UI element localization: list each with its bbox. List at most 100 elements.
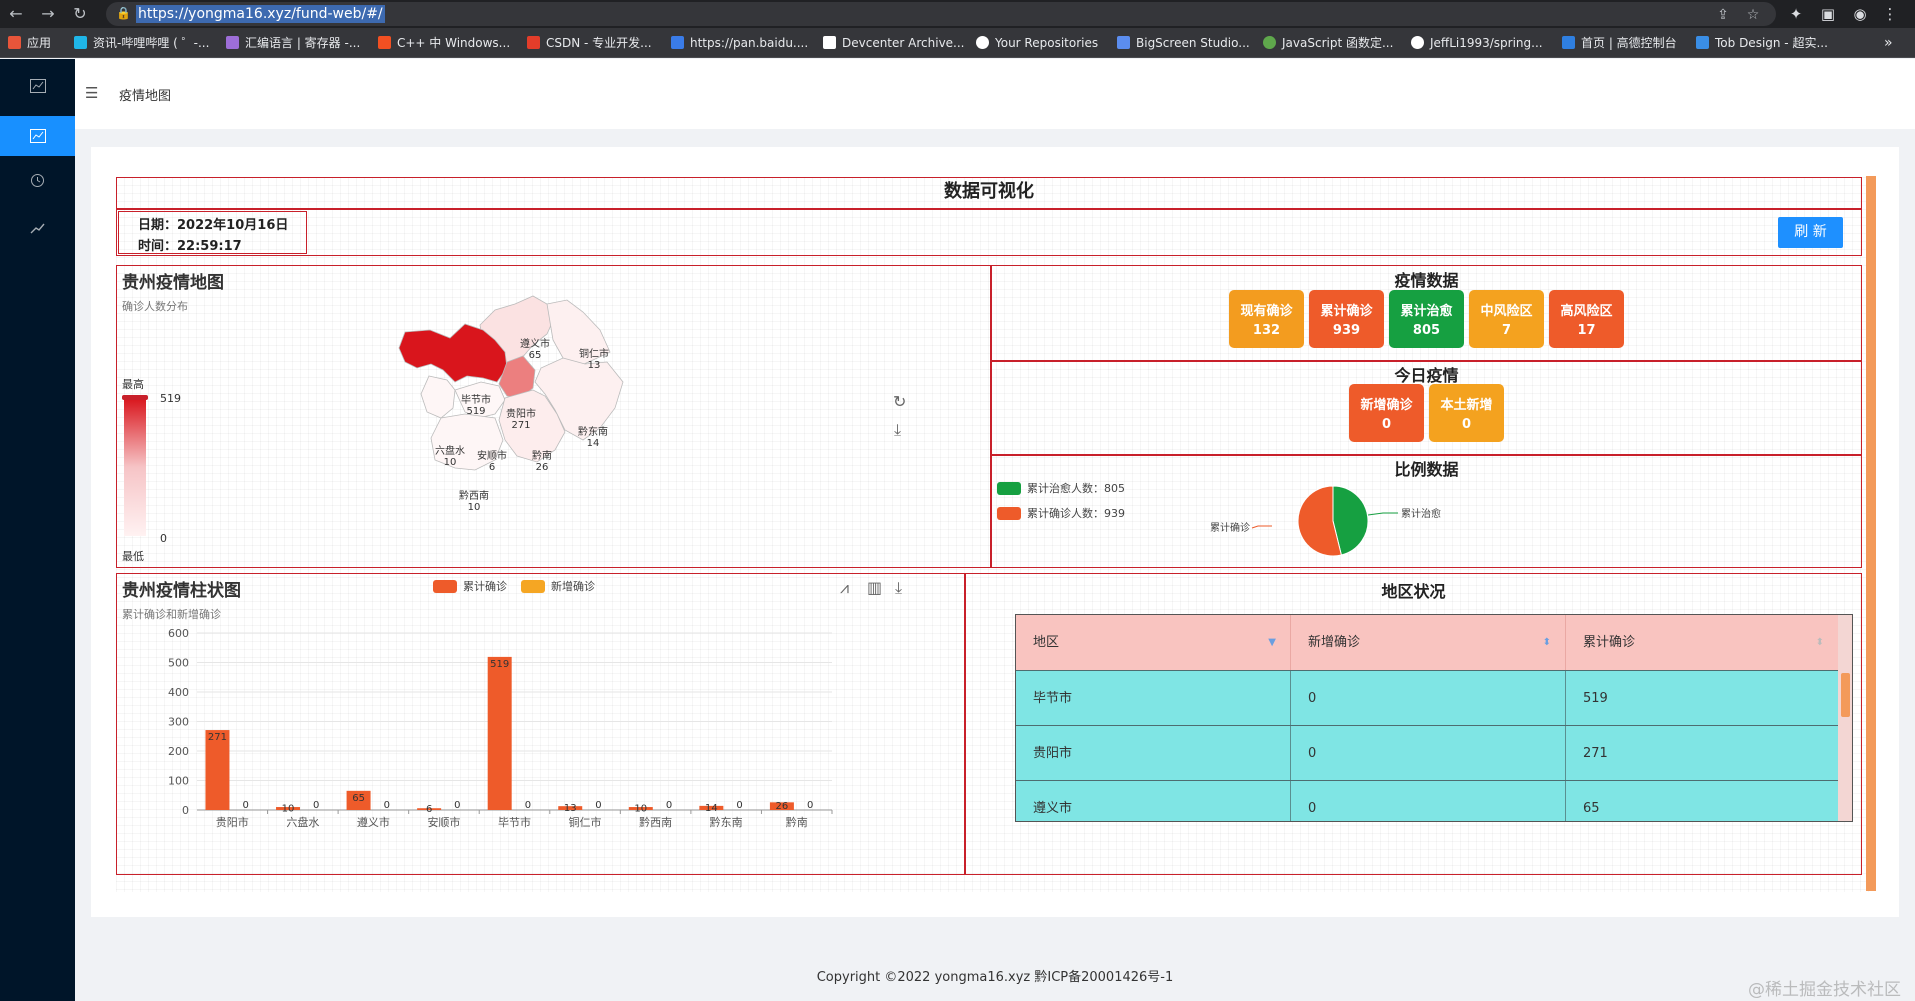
table-row[interactable]: 毕节市 0 519 bbox=[1016, 670, 1838, 726]
table-row[interactable]: 贵阳市 0 271 bbox=[1016, 725, 1838, 781]
reload-icon[interactable]: ↻ bbox=[70, 4, 90, 24]
pie-legend-confirmed[interactable]: 累计确诊人数：939 bbox=[997, 505, 1125, 521]
map-value-zunyi: 65 bbox=[529, 350, 542, 361]
legend-swatch bbox=[521, 580, 545, 593]
bar-new-label: 0 bbox=[595, 800, 601, 811]
url-text[interactable]: https://yongma16.xyz/fund-web/#/ bbox=[136, 5, 385, 23]
board-scrollbar[interactable] bbox=[1866, 176, 1876, 891]
map-value-qianxinan: 10 bbox=[468, 502, 481, 513]
bookmarks-more-icon[interactable]: » bbox=[1884, 34, 1904, 52]
download-icon[interactable]: ⤓ bbox=[894, 420, 901, 440]
column-header-total[interactable]: 累计确诊 ⬍ bbox=[1566, 615, 1838, 670]
pie-legend-cured[interactable]: 累计治愈人数：805 bbox=[997, 480, 1125, 496]
sort-icon[interactable]: ⬍ bbox=[1543, 615, 1551, 670]
map-label-anshun: 安顺市 bbox=[477, 449, 507, 462]
refresh-button[interactable]: 刷 新 bbox=[1778, 217, 1843, 248]
legend-high-label: 最高 bbox=[122, 378, 144, 391]
bookmark-item[interactable]: C++ 中 Windows... bbox=[378, 34, 512, 52]
windows-icon bbox=[378, 36, 391, 49]
bookmark-item[interactable]: JavaScript 函数定... bbox=[1263, 34, 1403, 52]
x-tick-label: 铜仁市 bbox=[569, 815, 602, 829]
restore-icon[interactable]: ↻ bbox=[893, 392, 906, 411]
tile-label: 累计治愈 bbox=[1400, 304, 1453, 319]
bookmark-item[interactable]: 资讯-哔哩哔哩 ( ゜-... bbox=[74, 34, 216, 52]
bookmark-item[interactable]: Tob Design - 超实... bbox=[1696, 34, 1834, 52]
bar-legend-new[interactable]: 新增确诊 bbox=[521, 578, 595, 594]
column-header-region[interactable]: 地区 ▼ bbox=[1016, 615, 1291, 670]
tile-value: 7 bbox=[1501, 323, 1512, 338]
bookmark-item[interactable]: 汇编语言 | 寄存器 -... bbox=[226, 34, 362, 52]
tile-value: 0 bbox=[1461, 417, 1472, 432]
table-scrollbar-track[interactable] bbox=[1838, 615, 1852, 821]
tile-label: 中风险区 bbox=[1480, 304, 1533, 319]
bookmark-item[interactable]: Devcenter Archive... bbox=[823, 34, 965, 52]
bar-total-label: 519 bbox=[490, 659, 509, 670]
bookmark-item[interactable]: https://pan.baidu.... bbox=[671, 34, 811, 52]
bar-legend-total[interactable]: 累计确诊 bbox=[433, 578, 507, 594]
bookmark-item[interactable]: CSDN - 专业开发... bbox=[527, 34, 657, 52]
bar-chart-icon[interactable]: ▥ bbox=[867, 578, 882, 597]
bookmark-item[interactable]: JeffLi1993/spring... bbox=[1411, 34, 1547, 52]
dashboard-icon[interactable] bbox=[0, 116, 75, 156]
stat-tile-total-confirmed: 累计确诊 939 bbox=[1309, 290, 1384, 348]
bookmark-item[interactable]: Your Repositories bbox=[976, 34, 1104, 52]
side-panel-icon[interactable]: ▣ bbox=[1818, 4, 1838, 24]
baidu-pan-icon bbox=[671, 36, 684, 49]
menu-fold-icon[interactable]: ☰ bbox=[85, 84, 98, 102]
table-scrollbar-thumb[interactable] bbox=[1841, 673, 1850, 717]
breadcrumb[interactable]: 疫情地图 bbox=[119, 85, 171, 104]
map-value-qiannan: 26 bbox=[536, 462, 549, 473]
extensions-icon[interactable]: ✦ bbox=[1786, 4, 1806, 24]
bilibili-icon bbox=[74, 36, 87, 49]
forward-icon[interactable]: → bbox=[38, 4, 58, 24]
cell-total: 65 bbox=[1583, 801, 1600, 816]
tile-value: 17 bbox=[1577, 323, 1596, 338]
back-icon[interactable]: ← bbox=[6, 4, 26, 24]
chart-icon[interactable] bbox=[0, 66, 75, 106]
bar-chart[interactable]: 01002003004005006002710贵阳市10 0六盘水650遵义市6 0… bbox=[122, 620, 842, 830]
legend-swatch bbox=[433, 580, 457, 593]
today-tile-local-new: 本土新增 0 bbox=[1429, 384, 1504, 442]
bookmark-item[interactable]: BigScreen Studio... bbox=[1117, 34, 1251, 52]
menu-dots-icon[interactable]: ⋮ bbox=[1880, 4, 1900, 24]
visual-map-bar[interactable] bbox=[124, 398, 146, 536]
bar-new-label: 0 bbox=[525, 800, 531, 811]
pie-leader-confirmed bbox=[1251, 525, 1272, 529]
star-icon[interactable]: ☆ bbox=[1744, 6, 1762, 24]
ratio-title: 比例数据 bbox=[1394, 460, 1459, 479]
address-bar[interactable]: 🔒 https://yongma16.xyz/fund-web/#/ ⇪ ☆ bbox=[106, 2, 1776, 26]
bookmark-apps[interactable]: 应用 bbox=[8, 34, 62, 52]
bar-total-label: 26 bbox=[776, 801, 789, 812]
bar-new-label: 0 bbox=[313, 800, 319, 811]
bookmark-item[interactable]: 首页 | 高德控制台 bbox=[1562, 34, 1680, 52]
bar-total bbox=[487, 656, 512, 810]
ratio-pie-chart[interactable]: 累计确诊 累计治愈 bbox=[1200, 478, 1450, 558]
download-icon[interactable]: ⤓ bbox=[895, 578, 902, 598]
page-title: 数据可视化 bbox=[944, 181, 1034, 202]
map-value-liupanshui: 10 bbox=[444, 457, 457, 468]
guizhou-map[interactable]: 遵义市 65 铜仁市 13 毕节市 519 贵阳市 271 黔东南 14 六盘水… bbox=[395, 290, 640, 540]
trend-icon[interactable] bbox=[0, 207, 75, 247]
visual-map-handle[interactable] bbox=[122, 395, 148, 400]
cell-new: 0 bbox=[1291, 726, 1566, 781]
sort-icon[interactable]: ⬍ bbox=[1816, 615, 1824, 670]
bar-total-label: 10 bbox=[634, 804, 647, 815]
map-value-tongren: 13 bbox=[588, 360, 601, 371]
map-label-zunyi: 遵义市 bbox=[520, 337, 550, 350]
table-row[interactable]: 遵义市 0 65 bbox=[1016, 780, 1838, 821]
tile-value: 0 bbox=[1381, 417, 1392, 432]
filter-icon[interactable]: ▼ bbox=[1268, 615, 1276, 670]
share-icon[interactable]: ⇪ bbox=[1714, 6, 1732, 24]
amap-icon bbox=[1562, 36, 1575, 49]
stat-tile-medium-risk: 中风险区 7 bbox=[1469, 290, 1544, 348]
line-chart-icon[interactable]: ⩘ bbox=[840, 578, 849, 598]
x-tick-label: 遵义市 bbox=[357, 815, 390, 829]
watermark: @稀土掘金技术社区 bbox=[1748, 980, 1901, 1000]
tile-label: 高风险区 bbox=[1560, 304, 1613, 319]
tile-label: 累计确诊 bbox=[1320, 304, 1373, 319]
y-tick-label: 0 bbox=[182, 804, 189, 817]
profile-icon[interactable]: ◉ bbox=[1850, 4, 1870, 24]
cell-region: 贵阳市 bbox=[1016, 726, 1291, 781]
column-header-new[interactable]: 新增确诊 ⬍ bbox=[1291, 615, 1566, 670]
history-icon[interactable] bbox=[0, 161, 75, 201]
